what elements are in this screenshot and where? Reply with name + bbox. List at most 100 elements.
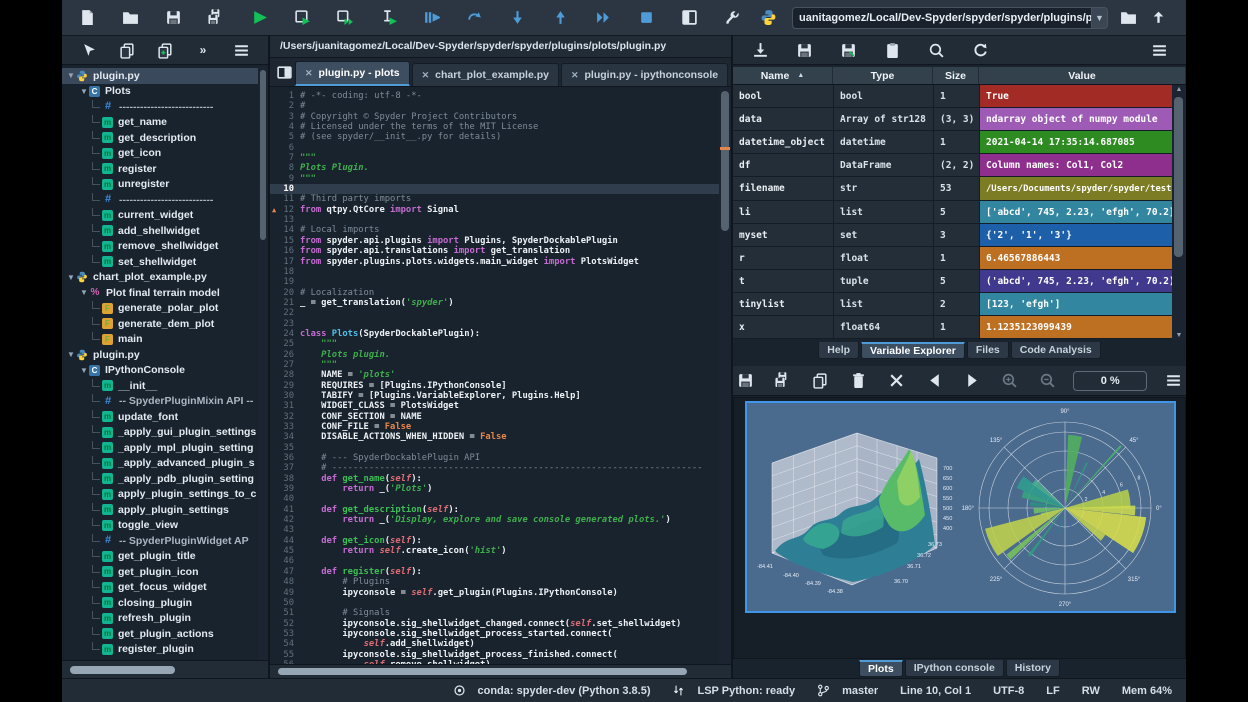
outline-item[interactable]: mget_description [62, 130, 258, 146]
expand-icon[interactable] [150, 37, 180, 63]
save-plot-button[interactable] [733, 368, 758, 394]
editor-vertical-scrollbar[interactable] [719, 87, 731, 664]
outline-item[interactable]: Fgenerate_dem_plot [62, 316, 258, 332]
outline-item[interactable]: mget_plugin_icon [62, 564, 258, 580]
import-data-button[interactable] [745, 37, 775, 63]
outline-item[interactable]: m_apply_gui_plugin_settings [62, 425, 258, 441]
outline-item[interactable]: mremove_shellwidget [62, 239, 258, 255]
close-tab-icon[interactable]: ✕ [571, 70, 579, 81]
table-vertical-scrollbar[interactable]: ▲ ▼ [1172, 85, 1186, 340]
step-over-button[interactable] [459, 5, 489, 31]
zoom-out-button[interactable] [1035, 368, 1060, 394]
outline-item[interactable]: mupdate_font [62, 409, 258, 425]
outline-item[interactable]: mapply_plugin_settings [62, 502, 258, 518]
outline-item[interactable]: m_apply_mpl_plugin_setting [62, 440, 258, 456]
remove-plot-button[interactable] [846, 368, 871, 394]
previous-plot-button[interactable] [922, 368, 947, 394]
outline-item[interactable]: mget_plugin_actions [62, 626, 258, 642]
outline-item[interactable]: mget_focus_widget [62, 580, 258, 596]
outline-item[interactable]: ▼plugin.py [62, 68, 258, 84]
reset-namespace-button[interactable] [877, 37, 907, 63]
variable-row[interactable]: datetime_objectdatetime12021-04-14 17:35… [733, 131, 1172, 154]
run-cell-advance-button[interactable] [330, 5, 360, 31]
browse-directory-button[interactable] [1120, 5, 1137, 31]
editor-tab[interactable]: ✕chart_plot_example.py [412, 63, 559, 86]
run-selection-button[interactable] [373, 5, 403, 31]
outline-item[interactable]: mtoggle_view [62, 518, 258, 534]
pane-tab[interactable]: Help [818, 342, 859, 359]
outline-item[interactable]: munregister [62, 177, 258, 193]
chevron-expanded-icon[interactable]: ▼ [79, 87, 89, 96]
pane-tab[interactable]: Plots [859, 660, 903, 677]
outline-item[interactable]: #--------------------------- [62, 192, 258, 208]
variable-row[interactable]: rfloat16.46567886443 [733, 247, 1172, 270]
variable-row[interactable]: filenamestr53/Users/Documents/spyder/spy… [733, 177, 1172, 201]
pane-tab[interactable]: IPython console [905, 660, 1004, 677]
outline-item[interactable]: mset_shellwidget [62, 254, 258, 270]
save-data-as-button[interactable] [833, 37, 863, 63]
outline-item[interactable]: m_apply_advanced_plugin_s [62, 456, 258, 472]
continue-button[interactable] [588, 5, 618, 31]
chevron-down-icon[interactable]: ▼ [1092, 7, 1108, 29]
browse-tabs-button[interactable] [276, 61, 293, 83]
run-cell-button[interactable] [287, 5, 317, 31]
outline-item[interactable]: ▼chart_plot_example.py [62, 270, 258, 286]
outline-item[interactable]: Fmain [62, 332, 258, 348]
plots-options-menu-button[interactable] [1161, 368, 1186, 394]
options-menu-icon[interactable] [226, 37, 256, 63]
outline-item[interactable]: #--------------------------- [62, 99, 258, 115]
outline-item[interactable]: ▼plugin.py [62, 347, 258, 363]
variable-row[interactable]: xfloat6411.1235123099439 [733, 316, 1172, 339]
variable-row[interactable]: dataArray of str128(3, 3)ndarray object … [733, 108, 1172, 131]
close-all-plots-button[interactable] [884, 368, 909, 394]
step-out-button[interactable] [545, 5, 575, 31]
outline-item[interactable]: mapply_plugin_settings_to_c [62, 487, 258, 503]
outline-item[interactable]: mget_name [62, 115, 258, 131]
parent-directory-button[interactable] [1150, 5, 1167, 31]
preferences-button[interactable] [717, 5, 747, 31]
outline-item[interactable]: Fgenerate_polar_plot [62, 301, 258, 317]
outline-item[interactable]: #-- SpyderPluginMixin API -- [62, 394, 258, 410]
save-data-button[interactable] [789, 37, 819, 63]
column-header-type[interactable]: Type [833, 67, 933, 84]
variable-row[interactable]: lilist5['abcd', 745, 2.23, 'efgh', 70.2] [733, 201, 1172, 224]
show-more-icon[interactable]: » [188, 37, 218, 63]
close-tab-icon[interactable]: ✕ [422, 70, 430, 81]
copy-plot-button[interactable] [809, 368, 834, 394]
outline-item[interactable]: mget_plugin_title [62, 549, 258, 565]
pane-tab[interactable]: Variable Explorer [861, 342, 965, 359]
new-file-button[interactable] [72, 5, 102, 31]
plot-figure[interactable]: 700650600550500450400-84.41-84.40-84.39-… [745, 401, 1176, 613]
outline-item[interactable]: ▼%Plot final terrain model [62, 285, 258, 301]
outline-item[interactable]: #-- SpyderPluginWidget AP [62, 533, 258, 549]
chevron-expanded-icon[interactable]: ▼ [66, 71, 76, 80]
outline-item[interactable]: mrefresh_plugin [62, 611, 258, 627]
pane-tab[interactable]: Files [967, 342, 1009, 359]
save-button[interactable] [158, 5, 188, 31]
variable-row[interactable]: mysetset3{'2', '1', '3'} [733, 224, 1172, 247]
outline-item[interactable]: mcurrent_widget [62, 208, 258, 224]
zoom-in-button[interactable] [998, 368, 1023, 394]
working-directory-value[interactable]: uanitagomez/Local/Dev-Spyder/spyder/spyd… [792, 7, 1092, 29]
chevron-expanded-icon[interactable]: ▼ [66, 350, 76, 359]
outline-item[interactable]: ▼CIPythonConsole [62, 363, 258, 379]
pane-tab[interactable]: History [1006, 660, 1060, 677]
working-directory-combo[interactable]: uanitagomez/Local/Dev-Spyder/spyder/spyd… [792, 7, 1108, 29]
chevron-expanded-icon[interactable]: ▼ [79, 366, 89, 375]
search-button[interactable] [921, 37, 951, 63]
step-into-button[interactable] [502, 5, 532, 31]
outline-item[interactable]: madd_shellwidget [62, 223, 258, 239]
outline-item[interactable]: mregister [62, 161, 258, 177]
column-header-size[interactable]: Size [933, 67, 979, 84]
variable-row[interactable]: ttuple5('abcd', 745, 2.23, 'efgh', 70.2) [733, 270, 1172, 293]
save-all-plots-button[interactable] [771, 368, 796, 394]
variable-row[interactable]: dfDataFrame(2, 2)Column names: Col1, Col… [733, 154, 1172, 177]
code-editor[interactable]: 1# -*- coding: utf-8 -*-2#3# Copyright ©… [270, 87, 719, 664]
variable-explorer-options-menu-button[interactable] [1144, 37, 1174, 63]
maximize-pane-button[interactable] [674, 5, 704, 31]
outline-vertical-scrollbar[interactable] [258, 66, 268, 660]
stop-button[interactable] [631, 5, 661, 31]
debug-file-button[interactable] [416, 5, 446, 31]
editor-tab[interactable]: ✕plugin.py - plots [295, 61, 410, 86]
chevron-expanded-icon[interactable]: ▼ [79, 288, 89, 297]
